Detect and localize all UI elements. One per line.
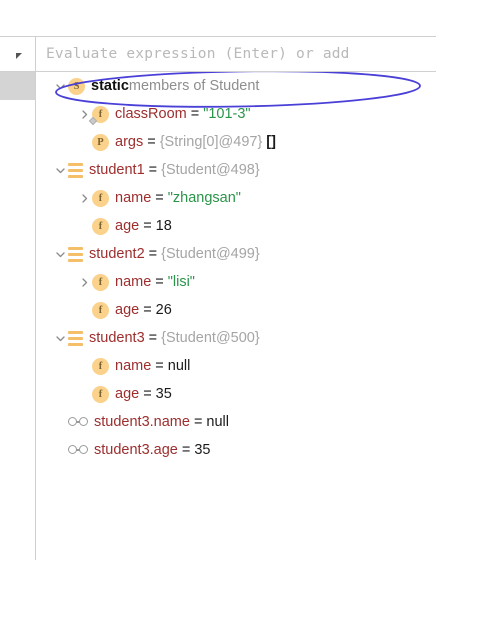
tree-row[interactable]: Sstatic members of Student [36,72,259,100]
field-badge-icon: f [92,385,109,403]
equals-sign: = [147,134,156,150]
variable-name: classRoom [115,106,187,122]
variable-name: student3 [89,330,145,346]
variable-value: "zhangsan" [167,190,241,206]
watch-glasses-icon [68,444,88,456]
variable-name: student1 [89,162,145,178]
tree-row[interactable]: f name = "zhangsan" [36,184,241,212]
equals-sign: = [148,330,158,346]
variable-name: age [115,386,140,402]
static-field-badge-icon: S [68,77,85,95]
variable-value: 26 [155,302,172,318]
tree-row[interactable]: student3.age = 35 [36,436,210,464]
variable-value: {Student@500} [161,330,260,346]
variable-value: "lisi" [167,274,195,290]
gutter-divider [35,37,36,71]
static-label-rest: members of Student [128,78,260,94]
equals-sign: = [143,302,152,318]
equals-sign: = [148,162,158,178]
field-badge-icon: f [92,189,109,207]
chevron-right-icon[interactable] [76,268,92,296]
variable-name: args [115,134,144,150]
variable-value: 18 [155,218,172,234]
chevron-down-icon[interactable] [52,240,68,268]
equals-sign: = [143,218,152,234]
chevron-right-icon[interactable] [76,100,92,128]
variable-value: null [167,358,191,374]
parameter-badge-icon: P [92,133,109,151]
object-node-icon [68,162,83,178]
tree-row[interactable]: student2 = {Student@499} [36,240,260,268]
evaluate-expression-bar: Evaluate expression (Enter) or add [0,36,436,72]
selected-row-gutter [0,72,35,100]
tree-row[interactable]: f age = 26 [36,296,172,324]
variable-name: name [115,358,152,374]
variable-name: student3.name [94,414,190,430]
field-badge-icon: f [92,301,109,319]
variable-name: name [115,190,152,206]
equals-sign: = [190,106,200,122]
tree-row[interactable]: student1 = {Student@498} [36,156,260,184]
equals-sign: = [148,246,158,262]
tree-row[interactable]: f name = null [36,352,190,380]
variable-value: 35 [155,386,172,402]
equals-sign: = [155,274,164,290]
variables-tree: Sstatic members of Student f classRoom = "10… [0,72,501,567]
equals-sign: = [155,358,164,374]
variable-value: {Student@499} [161,246,260,262]
tree-row[interactable]: Pargs = {String[0]@497}[] [36,128,276,156]
chevron-down-icon[interactable] [52,72,68,100]
equals-sign: = [181,442,191,458]
variable-value-suffix: [] [266,134,276,150]
chevron-right-icon[interactable] [76,184,92,212]
variable-value: "101-3" [203,106,251,122]
object-node-icon [68,330,83,346]
variable-value: 35 [194,442,211,458]
equals-sign: = [193,414,203,430]
chevron-down-icon[interactable] [52,324,68,352]
variable-value: null [206,414,229,430]
chevron-down-icon[interactable] [52,156,68,184]
variable-name: student3.age [94,442,178,458]
tree-row[interactable]: f age = 35 [36,380,172,408]
variable-name: name [115,274,152,290]
tree-row[interactable]: f classRoom = "101-3" [36,100,251,128]
tree-row[interactable]: student3.name = null [36,408,229,436]
field-badge-icon: f [92,217,109,235]
field-badge-icon: f [92,273,109,291]
tree-row[interactable]: f name = "lisi" [36,268,195,296]
object-node-icon [68,246,83,262]
equals-sign: = [155,190,164,206]
watch-glasses-icon [68,416,88,428]
evaluate-gutter [0,37,35,71]
tree-row[interactable]: student3 = {Student@500} [36,324,260,352]
static-field-badge-icon: f [88,105,109,125]
triangle-collapse-icon[interactable] [16,53,22,59]
variable-name: age [115,218,140,234]
variable-name: student2 [89,246,145,262]
variable-value: {Student@498} [161,162,260,178]
static-label-bold: static [91,78,129,94]
debugger-variables-panel: Evaluate expression (Enter) or add Sstat… [0,0,501,617]
variable-name: age [115,302,140,318]
variable-value: {String[0]@497} [159,134,263,150]
field-badge-icon: f [92,357,109,375]
equals-sign: = [143,386,152,402]
evaluate-expression-input[interactable]: Evaluate expression (Enter) or add [46,36,446,72]
tree-row[interactable]: f age = 18 [36,212,172,240]
